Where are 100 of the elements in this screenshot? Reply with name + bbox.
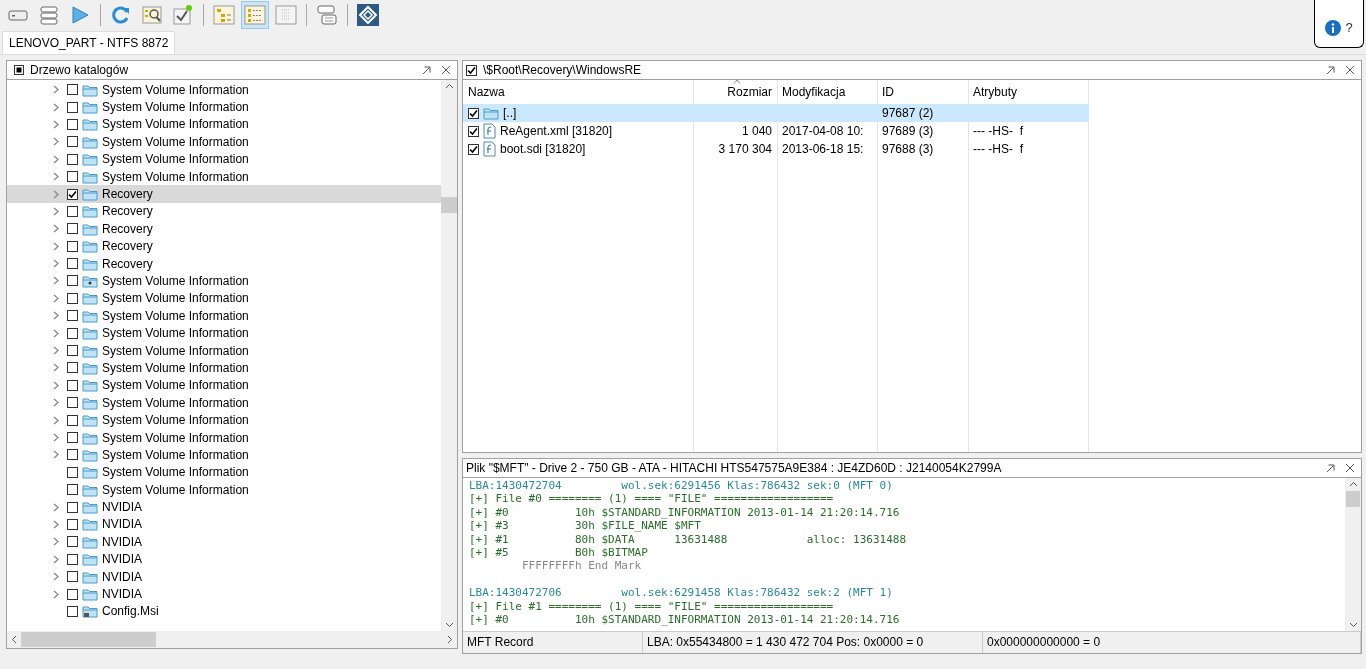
close-icon[interactable] [441,65,451,75]
checkbox[interactable] [67,432,78,443]
checkbox[interactable] [67,136,78,148]
tree-item[interactable]: System Volume Information [7,98,441,116]
checkbox[interactable] [67,414,78,426]
tree-item[interactable]: System Volume Information [7,341,441,360]
tree-item[interactable]: NVIDIA [7,585,441,603]
column-header[interactable]: Nazwa [463,80,693,104]
checkbox[interactable] [67,536,78,548]
item-label: System Volume Information [102,430,249,445]
folder-icon [82,360,98,375]
item-label: System Volume Information [102,326,249,341]
undock-icon[interactable] [1325,65,1335,75]
folder-icon [82,256,98,271]
column-header[interactable]: Rozmiar [693,80,777,104]
column-header[interactable]: Atrybuty [968,80,1089,104]
checkbox[interactable] [67,345,78,357]
tree-item[interactable]: System Volume Information [7,150,441,168]
column-header[interactable]: Modyfikacja [777,80,877,104]
tree-item[interactable]: System Volume Information [7,115,441,134]
tree-item[interactable]: System Volume Information [7,307,441,325]
tree-item[interactable]: System Volume Information [7,359,441,377]
checkbox[interactable] [67,553,78,565]
checkbox[interactable] [67,205,78,217]
checkbox[interactable] [67,101,78,113]
status-text: 0x000000000000 = 0 [983,632,1361,653]
file-row[interactable]: boot.sdi [31820] 3 170 304 2013-06-18 15: 97688 (3) --- -HS- f [463,140,1089,158]
tree-item[interactable]: NVIDIA [7,550,441,568]
tree-item[interactable]: System Volume Information [7,81,441,99]
tree-item[interactable]: System Volume Information [7,463,441,481]
checkbox[interactable] [67,484,78,496]
checkbox[interactable] [468,143,479,155]
checkbox[interactable] [67,84,78,96]
scroll-thumb[interactable] [441,197,457,213]
tree-item[interactable]: System Volume Information [7,133,441,151]
tab[interactable]: LENOVO_PART - NTFS 8872 [2,31,176,54]
checkbox[interactable] [67,240,78,252]
tree-item[interactable]: System Volume Information [7,289,441,308]
tree-item[interactable]: Config.Msi [7,602,441,621]
checkbox[interactable] [67,258,78,270]
checkbox[interactable] [67,310,78,322]
file-row[interactable]: [..] 97687 (2) [463,104,1089,122]
item-label: NVIDIA [102,552,142,567]
tree-item[interactable]: NVIDIA [7,533,441,551]
toolbar-button[interactable] [241,1,269,29]
tree-item[interactable]: NVIDIA [7,515,441,534]
tree-item[interactable]: System Volume Information [7,446,441,464]
checkbox[interactable] [67,449,78,461]
table-cell: 97687 (2) [882,106,934,120]
tree-item[interactable]: System Volume Information [7,167,441,186]
scroll-thumb[interactable] [21,632,156,647]
tree-item[interactable]: Recovery [7,237,441,255]
horizontal-scrollbar[interactable] [7,631,457,648]
file-row[interactable]: ReAgent.xml [31820] 1 040 2017-04-08 10: 97689 (3) --- -HS- f [463,122,1089,140]
checkbox[interactable] [67,397,78,409]
checkbox[interactable] [67,588,78,600]
close-icon[interactable] [1345,463,1355,473]
checkbox[interactable] [67,153,78,165]
checkbox[interactable] [67,466,78,478]
checkbox[interactable] [67,379,78,391]
checkbox[interactable] [67,118,78,130]
checkbox[interactable] [67,501,78,513]
checkbox[interactable] [67,275,78,287]
checkbox[interactable] [67,571,78,583]
folder-icon [82,517,98,532]
help-button[interactable]: ? [1314,0,1364,48]
undock-icon[interactable] [421,65,431,75]
checkbox[interactable] [67,362,78,374]
checkbox[interactable] [67,327,78,339]
item-label: System Volume Information [102,413,249,428]
tree-item[interactable]: Recovery [7,254,441,273]
checkbox[interactable] [67,188,78,200]
vertical-scrollbar[interactable] [1345,478,1361,631]
checkbox[interactable] [67,292,78,304]
tree-item[interactable]: NVIDIA [7,567,441,586]
tree-item[interactable]: System Volume Information [7,376,441,395]
undock-icon[interactable] [1325,463,1335,473]
checkbox[interactable] [468,107,479,119]
tree-item[interactable]: Recovery [7,185,441,203]
tree-item[interactable]: Recovery [7,220,441,238]
tree-item[interactable]: System Volume Information [7,272,441,290]
item-label: System Volume Information [102,100,249,115]
column-header[interactable]: ID [877,80,968,104]
close-icon[interactable] [1345,65,1355,75]
toolbar-button[interactable] [354,1,382,29]
tree-item[interactable]: System Volume Information [7,428,441,447]
vertical-scrollbar[interactable] [441,80,457,631]
tree-item[interactable]: Recovery [7,202,441,221]
tree-item[interactable]: System Volume Information [7,324,441,342]
checkbox[interactable] [67,171,78,183]
tree-item[interactable]: System Volume Information [7,481,441,499]
tree-item[interactable]: NVIDIA [7,498,441,516]
checkbox[interactable] [67,223,78,235]
checkbox[interactable] [468,125,479,137]
scroll-thumb[interactable] [1346,491,1360,507]
tree-item[interactable]: System Volume Information [7,394,441,412]
checkbox[interactable] [67,518,78,530]
checkbox[interactable] [466,64,477,76]
tree-item[interactable]: System Volume Information [7,411,441,429]
checkbox[interactable] [67,605,78,617]
